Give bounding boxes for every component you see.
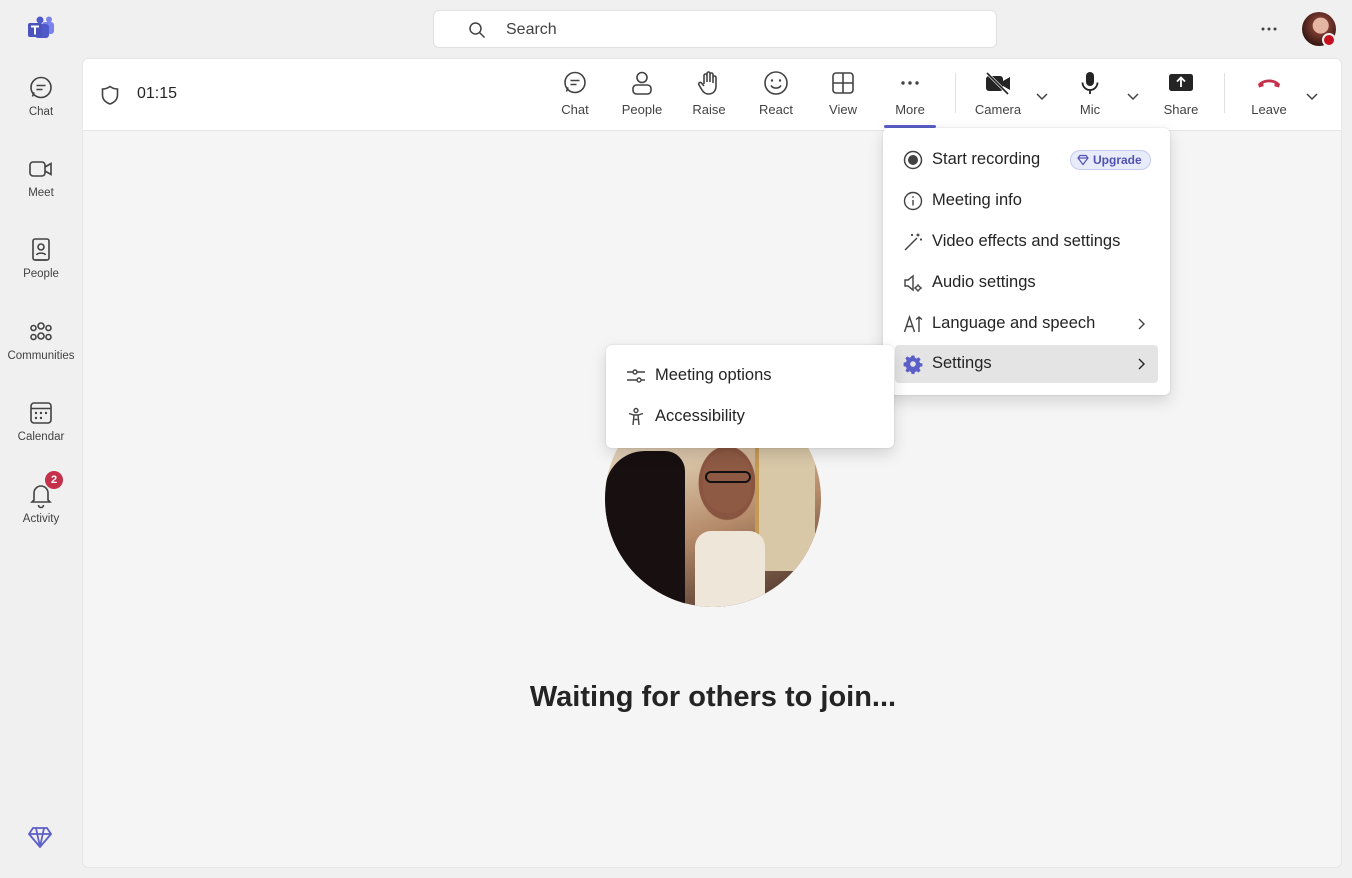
toolbar-divider bbox=[1224, 73, 1225, 113]
camera-off-icon bbox=[984, 69, 1012, 97]
menu-item-video-effects[interactable]: Video effects and settings bbox=[895, 223, 1158, 261]
accessibility-icon bbox=[626, 407, 646, 427]
menu-item-label: Settings bbox=[932, 354, 992, 372]
rail-item-label: Calendar bbox=[17, 431, 65, 443]
chevron-right-icon bbox=[1133, 316, 1149, 332]
app-rail: Chat Meet People Communities Calendar 2 … bbox=[0, 0, 82, 878]
activity-badge: 2 bbox=[45, 471, 63, 489]
shield-icon[interactable] bbox=[99, 84, 121, 106]
mic-label: Mic bbox=[1079, 102, 1101, 117]
rail-item-label: People bbox=[23, 268, 59, 280]
presence-status-icon bbox=[1322, 33, 1336, 47]
people-label: People bbox=[621, 102, 663, 117]
rail-item-communities[interactable]: Communities bbox=[0, 318, 82, 390]
meeting-timer: 01:15 bbox=[137, 85, 178, 102]
mic-options-chevron-icon[interactable] bbox=[1124, 87, 1142, 105]
search-icon bbox=[468, 21, 486, 39]
people-button[interactable]: People bbox=[612, 69, 672, 125]
menu-item-label: Start recording bbox=[932, 150, 1041, 168]
leave-label: Leave bbox=[1251, 102, 1287, 117]
chat-button[interactable]: Chat bbox=[545, 69, 605, 125]
share-button[interactable]: Share bbox=[1151, 69, 1211, 125]
view-button[interactable]: View bbox=[813, 69, 873, 125]
share-screen-icon bbox=[1167, 69, 1195, 97]
menu-item-language-speech[interactable]: Language and speech bbox=[895, 305, 1158, 343]
upgrade-label: Upgrade bbox=[1093, 153, 1142, 167]
rail-item-label: Activity bbox=[22, 513, 60, 525]
search-box[interactable] bbox=[433, 10, 997, 48]
rail-item-calendar[interactable]: Calendar bbox=[0, 399, 82, 471]
menu-item-label: Accessibility bbox=[655, 407, 745, 425]
react-label: React bbox=[759, 102, 793, 117]
diamond-icon bbox=[1077, 154, 1089, 166]
microphone-icon bbox=[1076, 69, 1104, 97]
leave-options-chevron-icon[interactable] bbox=[1303, 87, 1321, 105]
rail-item-label: Chat bbox=[28, 106, 54, 118]
emoji-icon bbox=[762, 69, 790, 97]
camera-label: Camera bbox=[974, 102, 1022, 117]
communities-icon bbox=[27, 318, 55, 346]
person-icon bbox=[628, 69, 656, 97]
teams-logo-icon[interactable] bbox=[27, 16, 55, 42]
menu-item-audio-settings[interactable]: Audio settings bbox=[895, 264, 1158, 302]
language-icon bbox=[903, 314, 923, 334]
mic-button[interactable]: Mic bbox=[1060, 69, 1120, 125]
search-input[interactable] bbox=[506, 19, 966, 41]
leave-button[interactable]: Leave bbox=[1239, 69, 1299, 125]
more-horizontal-icon bbox=[896, 69, 924, 97]
raise-label: Raise bbox=[692, 102, 726, 117]
info-icon bbox=[903, 191, 923, 211]
menu-item-label: Video effects and settings bbox=[932, 232, 1121, 250]
menu-item-start-recording[interactable]: Start recording Upgrade bbox=[895, 141, 1158, 179]
share-label: Share bbox=[1163, 102, 1199, 117]
menu-item-label: Audio settings bbox=[932, 273, 1036, 291]
chat-label: Chat bbox=[561, 102, 589, 117]
menu-item-label: Language and speech bbox=[932, 314, 1096, 332]
rail-item-label: Meet bbox=[28, 187, 54, 199]
react-button[interactable]: React bbox=[746, 69, 806, 125]
menu-item-label: Meeting info bbox=[932, 191, 1022, 209]
chat-icon bbox=[27, 74, 55, 102]
waiting-message: Waiting for others to join... bbox=[529, 681, 897, 713]
view-label: View bbox=[829, 102, 857, 117]
submenu-item-accessibility[interactable]: Accessibility bbox=[618, 398, 882, 436]
meeting-toolbar: 01:15 Chat People Raise React View More bbox=[83, 59, 1341, 131]
record-icon bbox=[903, 150, 923, 170]
chevron-right-icon bbox=[1133, 356, 1149, 372]
hand-icon bbox=[695, 69, 723, 97]
rail-item-people[interactable]: People bbox=[0, 236, 82, 308]
more-options-icon[interactable] bbox=[1256, 18, 1282, 40]
bell-icon: 2 bbox=[27, 471, 63, 509]
calendar-icon bbox=[27, 399, 55, 427]
menu-item-settings[interactable]: Settings bbox=[895, 345, 1158, 383]
menu-item-meeting-info[interactable]: Meeting info bbox=[895, 182, 1158, 220]
camera-button[interactable]: Camera bbox=[968, 69, 1028, 125]
settings-submenu: Meeting options Accessibility bbox=[606, 345, 894, 448]
rail-item-chat[interactable]: Chat bbox=[0, 74, 82, 146]
toolbar-divider bbox=[955, 73, 956, 113]
more-button[interactable]: More bbox=[880, 69, 940, 128]
submenu-item-meeting-options[interactable]: Meeting options bbox=[618, 357, 882, 395]
magic-wand-icon bbox=[903, 232, 923, 252]
more-label: More bbox=[895, 102, 925, 117]
hang-up-icon bbox=[1255, 69, 1283, 97]
more-menu: Start recording Upgrade Meeting info Vid… bbox=[883, 128, 1170, 395]
menu-item-label: Meeting options bbox=[655, 366, 772, 384]
raise-hand-button[interactable]: Raise bbox=[679, 69, 739, 125]
gear-icon bbox=[903, 354, 923, 374]
upgrade-badge[interactable]: Upgrade bbox=[1070, 150, 1151, 170]
chat-icon bbox=[561, 69, 589, 97]
video-camera-icon bbox=[27, 155, 55, 183]
rail-item-label: Communities bbox=[7, 350, 75, 362]
rail-item-meet[interactable]: Meet bbox=[0, 155, 82, 227]
grid-view-icon bbox=[829, 69, 857, 97]
contact-book-icon bbox=[27, 236, 55, 264]
camera-options-chevron-icon[interactable] bbox=[1033, 87, 1051, 105]
speaker-settings-icon bbox=[903, 273, 923, 293]
rail-item-activity[interactable]: 2 Activity bbox=[0, 471, 82, 553]
premium-diamond-icon[interactable] bbox=[27, 824, 53, 850]
sliders-icon bbox=[626, 366, 646, 386]
